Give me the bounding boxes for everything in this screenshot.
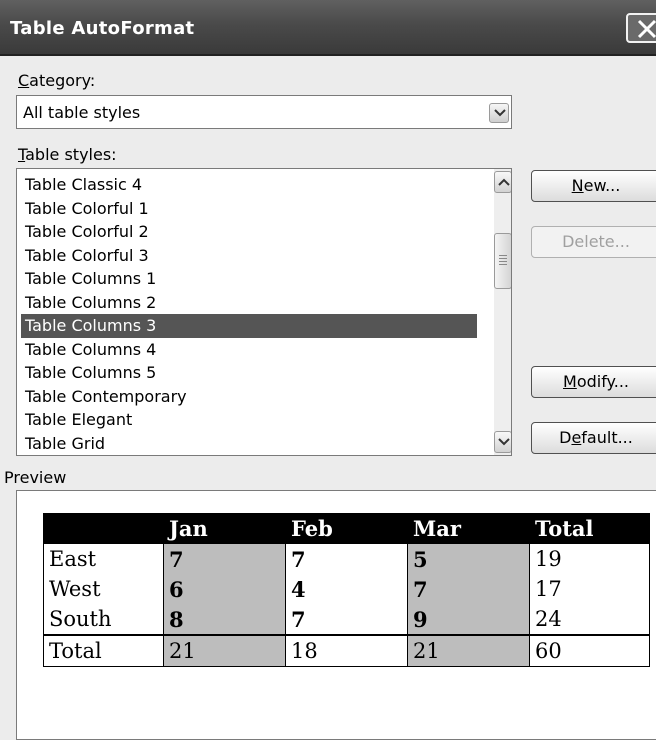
- close-icon: [637, 19, 656, 39]
- list-item[interactable]: Table Columns 2: [21, 291, 477, 315]
- preview-total-row: Total 21 18 21 60: [43, 634, 650, 667]
- close-button[interactable]: [626, 13, 656, 43]
- data-cell: 7: [285, 604, 408, 635]
- list-item[interactable]: Table Classic 4: [21, 173, 477, 197]
- list-item[interactable]: Table Columns 1: [21, 267, 477, 291]
- default-button[interactable]: Default...: [531, 422, 656, 454]
- preview-pane: Jan Feb Mar Total East 7 7 5 19 West 6 4…: [16, 490, 656, 740]
- preview-table: Jan Feb Mar Total East 7 7 5 19 West 6 4…: [43, 513, 650, 667]
- scroll-thumb[interactable]: [494, 233, 511, 289]
- header-cell: Mar: [407, 513, 530, 544]
- title-bar: Table AutoFormat: [0, 0, 656, 56]
- category-dropdown[interactable]: All table styles: [16, 95, 512, 129]
- total-cell: 60: [529, 634, 650, 667]
- total-cell: 21: [163, 634, 286, 667]
- list-item[interactable]: Table Colorful 3: [21, 244, 477, 268]
- grip-icon: [499, 255, 507, 267]
- chevron-down-icon: [494, 109, 506, 117]
- row-label-cell: West: [43, 574, 164, 604]
- chevron-up-icon: [498, 178, 510, 186]
- category-label: Category:: [18, 71, 96, 90]
- table-styles-label: Table styles:: [18, 145, 117, 164]
- list-item[interactable]: Table Columns 3: [21, 314, 477, 338]
- data-cell: 17: [529, 574, 650, 604]
- total-cell: 18: [285, 634, 408, 667]
- data-cell: 7: [163, 543, 286, 574]
- list-item[interactable]: Table Colorful 2: [21, 220, 477, 244]
- delete-button[interactable]: Delete...: [531, 226, 656, 258]
- scroll-down-button[interactable]: [494, 431, 511, 453]
- total-cell: 21: [407, 634, 530, 667]
- category-selected-value: All table styles: [23, 103, 141, 122]
- preview-header-row: Jan Feb Mar Total: [43, 513, 650, 544]
- data-cell: 7: [407, 574, 530, 604]
- data-cell: 9: [407, 604, 530, 635]
- header-cell: Feb: [285, 513, 408, 544]
- styles-scrollbar[interactable]: [494, 169, 511, 455]
- list-item[interactable]: Table Contemporary: [21, 385, 477, 409]
- list-item[interactable]: Table Colorful 1: [21, 197, 477, 221]
- data-cell: 5: [407, 543, 530, 574]
- table-styles-items: Table Classic 4 Table Colorful 1 Table Col…: [21, 173, 477, 455]
- list-item[interactable]: Table Columns 4: [21, 338, 477, 362]
- header-cell: Total: [529, 513, 650, 544]
- list-item[interactable]: Table Columns 5: [21, 361, 477, 385]
- preview-row: South 8 7 9 24: [43, 604, 650, 635]
- row-label-cell: South: [43, 604, 164, 635]
- table-styles-list[interactable]: Table Classic 4 Table Colorful 1 Table Col…: [16, 168, 512, 456]
- preview-row: West 6 4 7 17: [43, 574, 650, 604]
- data-cell: 6: [163, 574, 286, 604]
- row-label-cell: Total: [43, 634, 164, 667]
- new-button[interactable]: New...: [531, 170, 656, 202]
- data-cell: 19: [529, 543, 650, 574]
- list-item[interactable]: Table Elegant: [21, 408, 477, 432]
- window-title: Table AutoFormat: [10, 18, 195, 39]
- list-item[interactable]: Table Grid: [21, 432, 477, 456]
- header-cell: Jan: [163, 513, 286, 544]
- row-label-cell: East: [43, 543, 164, 574]
- preview-label: Preview: [4, 468, 67, 487]
- data-cell: 8: [163, 604, 286, 635]
- chevron-down-icon: [498, 438, 510, 446]
- data-cell: 7: [285, 543, 408, 574]
- preview-row: East 7 7 5 19: [43, 543, 650, 574]
- header-cell: [43, 513, 164, 544]
- modify-button[interactable]: Modify...: [531, 366, 656, 398]
- data-cell: 24: [529, 604, 650, 635]
- scroll-up-button[interactable]: [494, 171, 511, 193]
- dropdown-button[interactable]: [489, 103, 509, 123]
- data-cell: 4: [285, 574, 408, 604]
